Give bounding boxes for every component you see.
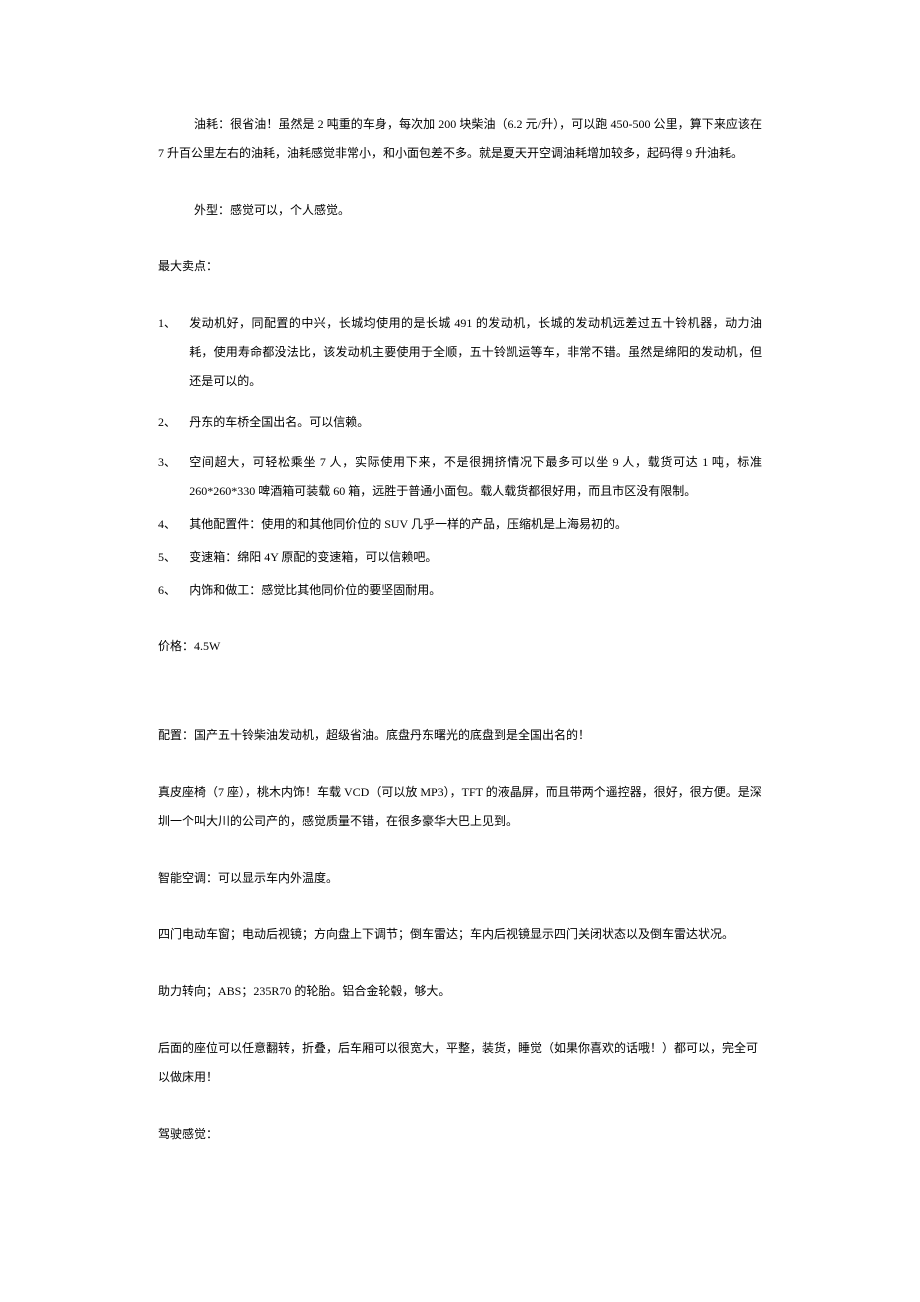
list-number: 4、	[158, 510, 189, 539]
appearance-paragraph: 外型：感觉可以，个人感觉。	[158, 196, 762, 225]
price-paragraph: 价格：4.5W	[158, 632, 762, 661]
config-paragraph: 配置：国产五十铃柴油发动机，超级省油。底盘丹东曙光的底盘到是全国出名的！	[158, 721, 762, 750]
seats-paragraph: 真皮座椅（7 座），桃木内饰！车载 VCD（可以放 MP3），TFT 的液晶屏，…	[158, 778, 762, 836]
list-number: 5、	[158, 543, 189, 572]
list-number: 1、	[158, 309, 189, 395]
ac-paragraph: 智能空调：可以显示车内外温度。	[158, 864, 762, 893]
list-content: 其他配置件：使用的和其他同价位的 SUV 几乎一样的产品，压缩机是上海易初的。	[189, 510, 762, 539]
list-content: 发动机好，同配置的中兴，长城均使用的是长城 491 的发动机，长城的发动机远差过…	[189, 309, 762, 395]
list-item: 1、 发动机好，同配置的中兴，长城均使用的是长城 491 的发动机，长城的发动机…	[158, 309, 762, 395]
selling-points-title: 最大卖点：	[158, 252, 762, 281]
rear-seats-paragraph: 后面的座位可以任意翻转，折叠，后车厢可以很宽大，平整，装货，睡觉（如果你喜欢的话…	[158, 1034, 762, 1092]
steering-paragraph: 助力转向；ABS；235R70 的轮胎。铝合金轮毂，够大。	[158, 977, 762, 1006]
driving-paragraph: 驾驶感觉：	[158, 1120, 762, 1149]
list-item: 2、 丹东的车桥全国出名。可以信赖。	[158, 408, 762, 437]
list-item: 4、 其他配置件：使用的和其他同价位的 SUV 几乎一样的产品，压缩机是上海易初…	[158, 510, 762, 539]
list-number: 3、	[158, 448, 189, 506]
windows-paragraph: 四门电动车窗；电动后视镜；方向盘上下调节；倒车雷达；车内后视镜显示四门关闭状态以…	[158, 920, 762, 949]
list-number: 6、	[158, 576, 189, 605]
list-content: 空间超大，可轻松乘坐 7 人，实际使用下来，不是很拥挤情况下最多可以坐 9 人，…	[189, 448, 762, 506]
list-content: 丹东的车桥全国出名。可以信赖。	[189, 408, 762, 437]
list-content: 变速箱：绵阳 4Y 原配的变速箱，可以信赖吧。	[189, 543, 762, 572]
list-item: 6、 内饰和做工：感觉比其他同价位的要坚固耐用。	[158, 576, 762, 605]
fuel-consumption-paragraph: 油耗：很省油！虽然是 2 吨重的车身，每次加 200 块柴油（6.2 元/升），…	[158, 110, 762, 168]
selling-points-list: 1、 发动机好，同配置的中兴，长城均使用的是长城 491 的发动机，长城的发动机…	[158, 309, 762, 604]
list-item: 3、 空间超大，可轻松乘坐 7 人，实际使用下来，不是很拥挤情况下最多可以坐 9…	[158, 448, 762, 506]
list-content: 内饰和做工：感觉比其他同价位的要坚固耐用。	[189, 576, 762, 605]
list-number: 2、	[158, 408, 189, 437]
list-item: 5、 变速箱：绵阳 4Y 原配的变速箱，可以信赖吧。	[158, 543, 762, 572]
